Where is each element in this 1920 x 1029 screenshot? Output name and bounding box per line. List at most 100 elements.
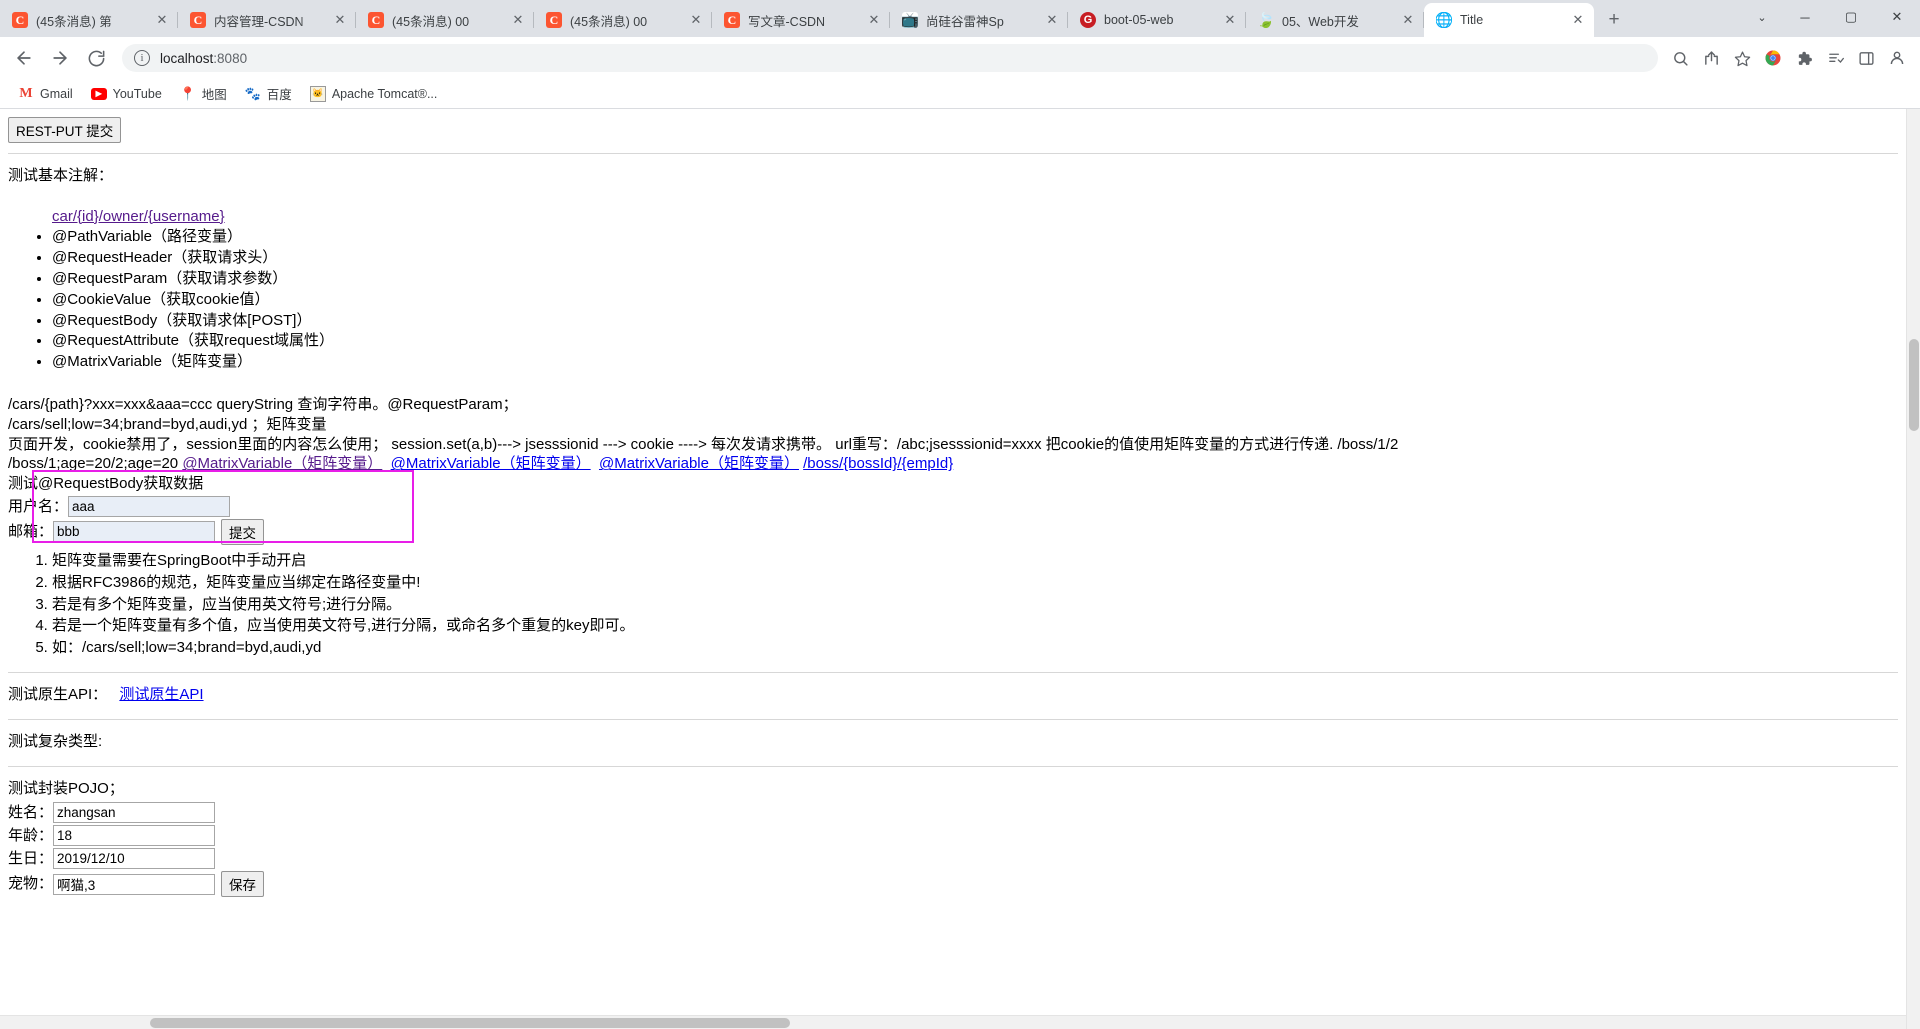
horizontal-scrollbar-thumb[interactable] [150,1018,790,1028]
list-item: 若是一个矩阵变量有多个值，应当使用英文符号,进行分隔，或命名多个重复的key即可… [52,616,1898,636]
divider [8,153,1898,154]
minimize-button[interactable]: ─ [1782,0,1828,34]
list-item: @RequestHeader（获取请求头） [52,248,1898,268]
csdn-icon: C [724,12,740,28]
pet-label: 宠物： [8,874,53,894]
divider [8,719,1898,720]
tab-title: boot-05-web [1104,13,1216,27]
baidu-icon: 🐾 [245,86,261,102]
site-info-icon[interactable]: i [134,50,150,66]
browser-tab-1[interactable]: C 内容管理-CSDN ✕ [178,3,356,37]
username-row: 用户名： [8,496,1898,517]
car-id-owner-username-link[interactable]: car/{id}/owner/{username} [52,208,225,225]
tab-strip: C (45条消息) 第 ✕ C 内容管理-CSDN ✕ C (45条消息) 00… [0,0,1920,37]
pet-input[interactable] [53,874,215,895]
browser-tab-5[interactable]: 📺 尚硅谷雷神Sp ✕ [890,3,1068,37]
bookmark-label: 百度 [267,84,292,103]
browser-tab-2[interactable]: C (45条消息) 00 ✕ [356,3,534,37]
tab-close-icon[interactable]: ✕ [688,12,704,28]
search-icon[interactable] [1665,43,1695,73]
tab-search-icon[interactable]: ⌄ [1742,0,1782,34]
requestbody-heading: 测试@RequestBody获取数据 [8,474,1898,494]
spacer [8,192,1898,206]
divider [8,672,1898,673]
csdn-icon: C [190,12,206,28]
reload-button[interactable] [80,42,112,74]
browser-tab-7[interactable]: 🍃 05、Web开发 ✕ [1246,3,1424,37]
rest-put-submit-button[interactable]: REST-PUT 提交 [8,117,121,143]
close-window-button[interactable]: ✕ [1874,0,1920,34]
list-item: 如：/cars/sell;low=34;brand=byd,audi,yd [52,638,1898,658]
chrome-profile-icon[interactable] [1758,43,1788,73]
browser-tab-8-active[interactable]: 🌐 Title ✕ [1424,3,1594,37]
native-api-link[interactable]: 测试原生API [119,686,203,703]
boss-bossid-empid-link[interactable]: /boss/{bossId}/{empId} [803,455,953,472]
bookmark-tomcat[interactable]: 🐱 Apache Tomcat®... [302,84,446,104]
matrix-variable-link-3[interactable]: @MatrixVariable（矩阵变量） [599,455,799,472]
tab-close-icon[interactable]: ✕ [1044,12,1060,28]
requestbody-submit-button[interactable]: 提交 [221,519,264,545]
querystring-note-line-2: /cars/sell;low=34;brand=byd,audi,yd ；矩阵变… [8,415,1898,435]
birth-label: 生日： [8,849,53,869]
age-input[interactable] [53,825,215,846]
divider [8,766,1898,767]
youtube-icon: ▶ [91,88,107,100]
extensions-icon[interactable] [1789,43,1819,73]
new-tab-button[interactable]: + [1600,6,1628,34]
tab-close-icon[interactable]: ✕ [510,12,526,28]
browser-tab-3[interactable]: C (45条消息) 00 ✕ [534,3,712,37]
reading-list-icon[interactable] [1820,43,1850,73]
spacer [8,373,1898,395]
address-bar[interactable]: i localhost:8080 [122,44,1658,72]
boss-path-text: /boss/1;age=20/2;age=20 [8,455,182,472]
age-label: 年龄： [8,826,53,846]
share-icon[interactable] [1696,43,1726,73]
tab-close-icon[interactable]: ✕ [154,12,170,28]
birth-row: 生日： [8,848,1898,869]
browser-tab-4[interactable]: C 写文章-CSDN ✕ [712,3,890,37]
bookmark-star-icon[interactable] [1727,43,1757,73]
tab-close-icon[interactable]: ✕ [866,12,882,28]
list-item: @RequestBody（获取请求体[POST]） [52,311,1898,331]
matrix-variable-link-1[interactable]: @MatrixVariable（矩阵变量） [182,455,382,472]
tab-close-icon[interactable]: ✕ [1570,12,1586,28]
leaf-icon: 🍃 [1258,12,1274,28]
page-content: REST-PUT 提交 测试基本注解： car/{id}/owner/{user… [0,109,1906,899]
basic-annotations-heading: 测试基本注解： [8,166,1898,186]
email-row: 邮箱： 提交 [8,519,1898,545]
birth-input[interactable] [53,848,215,869]
vertical-scrollbar-thumb[interactable] [1909,339,1919,431]
bookmark-baidu[interactable]: 🐾 百度 [237,82,300,105]
toolbar-icons [1664,43,1912,73]
bookmark-maps[interactable]: 📍 地图 [172,82,235,105]
account-avatar-icon[interactable] [1882,43,1912,73]
browser-window: C (45条消息) 第 ✕ C 内容管理-CSDN ✕ C (45条消息) 00… [0,0,1920,1029]
bookmark-youtube[interactable]: ▶ YouTube [83,85,170,103]
list-item: @CookieValue（获取cookie值） [52,290,1898,310]
tomcat-icon: 🐱 [310,86,326,102]
email-input[interactable] [53,521,215,542]
bookmarks-bar: M Gmail ▶ YouTube 📍 地图 🐾 百度 🐱 Apache Tom… [0,79,1920,109]
list-item: @MatrixVariable（矩阵变量） [52,352,1898,372]
back-button[interactable] [8,42,40,74]
tab-title: 05、Web开发 [1282,11,1394,30]
tab-close-icon[interactable]: ✕ [1400,12,1416,28]
horizontal-scrollbar[interactable] [0,1015,1906,1029]
vertical-scrollbar[interactable] [1906,109,1920,1029]
side-panel-icon[interactable] [1851,43,1881,73]
browser-tab-6[interactable]: G boot-05-web ✕ [1068,3,1246,37]
gitee-icon: G [1080,12,1096,28]
name-input[interactable] [53,802,215,823]
bookmark-gmail[interactable]: M Gmail [10,84,81,104]
maximize-button[interactable]: ▢ [1828,0,1874,34]
tab-close-icon[interactable]: ✕ [1222,12,1238,28]
pojo-save-button[interactable]: 保存 [221,871,264,897]
forward-button[interactable] [44,42,76,74]
tab-close-icon[interactable]: ✕ [332,12,348,28]
native-api-row: 测试原生API： 测试原生API [8,685,1898,705]
matrix-variable-link-2[interactable]: @MatrixVariable（矩阵变量） [391,455,591,472]
browser-tab-0[interactable]: C (45条消息) 第 ✕ [0,3,178,37]
username-input[interactable] [68,496,230,517]
gmail-icon: M [18,86,34,102]
list-item: @RequestAttribute（获取request域属性） [52,331,1898,351]
